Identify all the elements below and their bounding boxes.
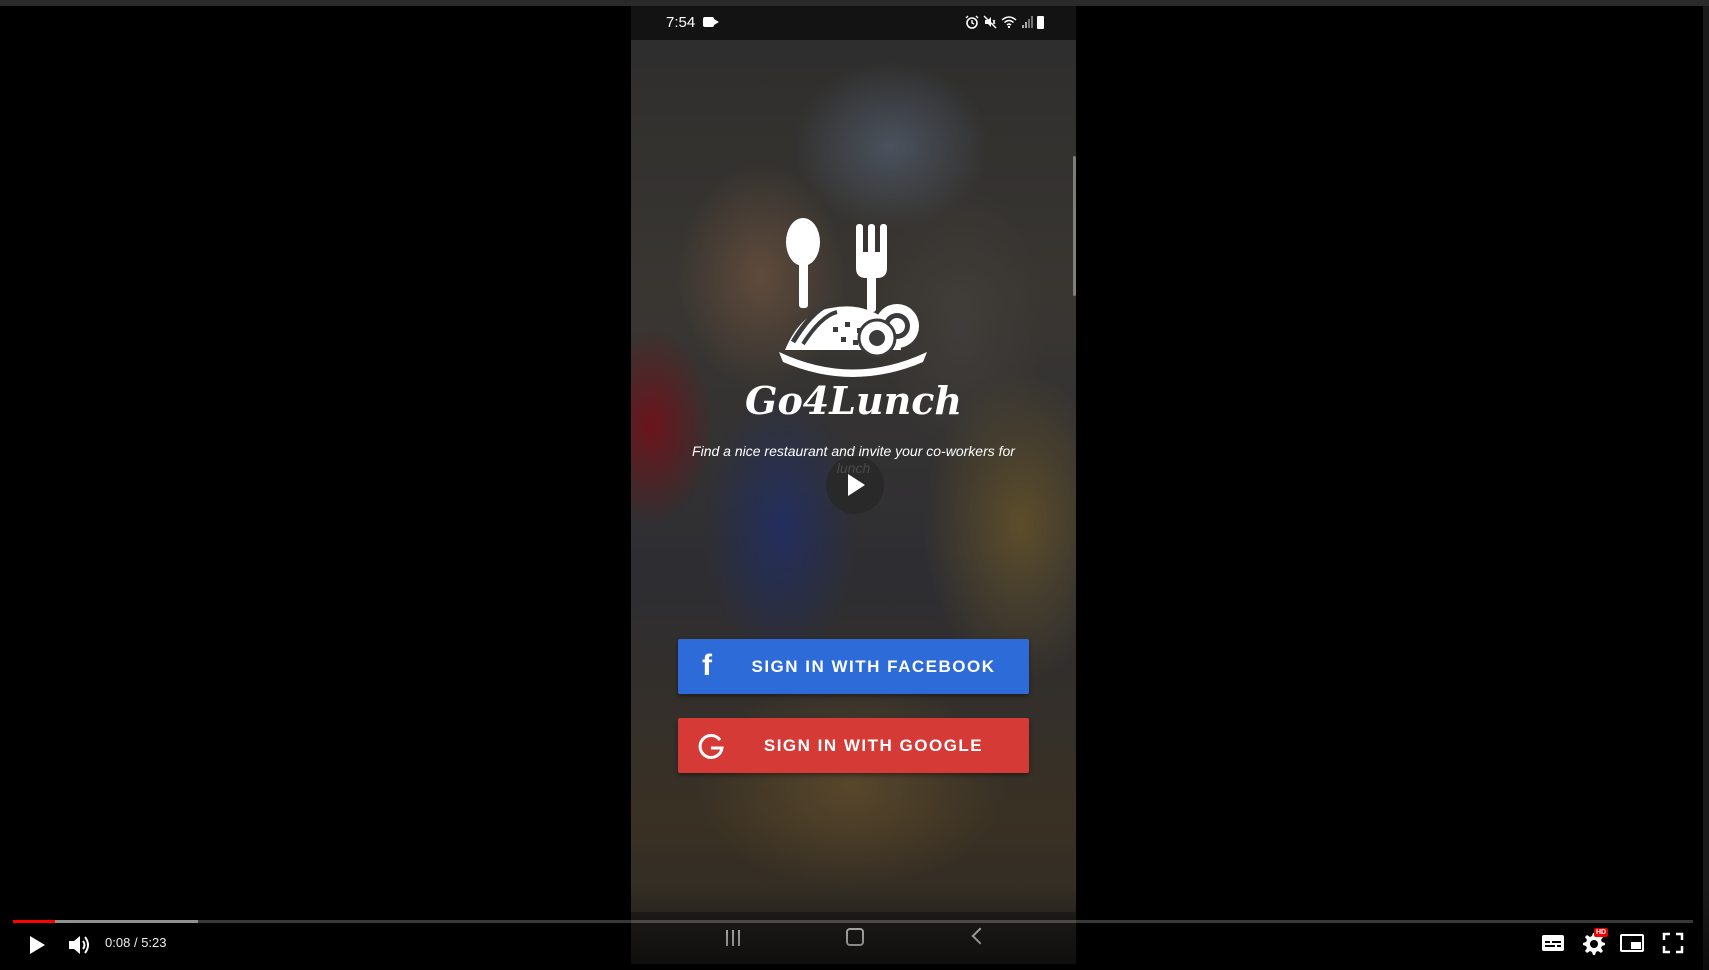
google-button-label: SIGN IN WITH GOOGLE: [763, 736, 984, 755]
progress-played: [13, 920, 55, 923]
video-recording-icon: [703, 17, 719, 27]
mute-icon: [983, 15, 997, 29]
scroll-indicator: [1073, 156, 1076, 296]
facebook-icon: f: [702, 649, 714, 682]
app-logo-icon: [779, 218, 927, 377]
subtitles-icon[interactable]: [1541, 933, 1565, 953]
time-current: 0:08: [105, 935, 131, 950]
controls-gradient: [0, 890, 1709, 970]
center-play-button[interactable]: [826, 456, 884, 514]
progress-bar[interactable]: [13, 920, 1693, 923]
hd-badge: HD: [1594, 928, 1609, 937]
battery-icon: [1037, 15, 1044, 29]
facebook-button-label: SIGN IN WITH FACEBOOK: [751, 657, 996, 676]
app-name: Go4Lunch: [745, 378, 962, 423]
play-button[interactable]: [24, 932, 50, 958]
fullscreen-icon[interactable]: [1662, 932, 1684, 954]
sign-in-facebook-button[interactable]: f SIGN IN WITH FACEBOOK: [678, 639, 1029, 694]
status-bar: 7:54: [631, 6, 1076, 40]
status-icons: [965, 15, 1044, 29]
settings-button[interactable]: HD: [1580, 928, 1609, 956]
status-time: 7:54: [666, 14, 696, 31]
signal-icon: [1022, 16, 1033, 28]
wifi-icon: [1001, 16, 1017, 29]
sign-in-google-button[interactable]: SIGN IN WITH GOOGLE: [678, 718, 1029, 773]
time-separator: /: [133, 935, 138, 950]
miniplayer-icon[interactable]: [1620, 933, 1644, 953]
right-divider: [1703, 6, 1709, 970]
volume-icon[interactable]: [66, 932, 94, 958]
video-player[interactable]: 7:54 Go4Lunch Find a nice restaurant and…: [0, 0, 1709, 970]
time-display: 0:08 / 5:23: [105, 935, 167, 950]
time-total: 5:23: [141, 935, 167, 950]
alarm-icon: [965, 15, 979, 29]
